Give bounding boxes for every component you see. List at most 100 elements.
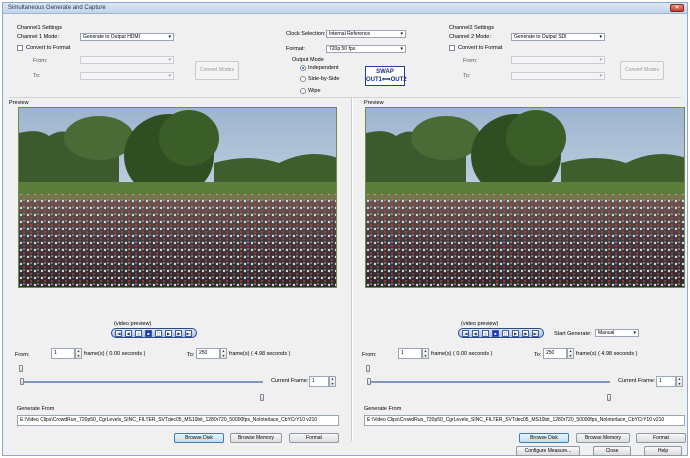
channel1-from-frame-spinner[interactable]: ▲ ▼ [75, 348, 82, 359]
spin-down-icon[interactable]: ▼ [76, 354, 81, 359]
channel2-to-select[interactable]: ▾ [511, 72, 605, 80]
channel1-to-frame-input[interactable]: 250 [196, 348, 220, 359]
channel2-to-frame-label: To: [534, 352, 542, 358]
channel1-to-label: To: [33, 73, 41, 79]
channel2-browse-memory-button[interactable]: Browse Memory [576, 433, 630, 443]
channel2-to-frame-spinner[interactable]: ▲ ▼ [567, 348, 574, 359]
channel1-current-frame-spinner[interactable]: ▲ ▼ [329, 376, 336, 387]
swap-outputs-label: OUT1⟺OUT2 [366, 77, 407, 83]
channel1-format-button[interactable]: Format [289, 433, 339, 443]
mode-side-by-side-radio[interactable] [300, 76, 306, 82]
channel2-current-frame-label: Current Frame: [618, 378, 656, 384]
channel2-from-frame-input[interactable]: 1 [398, 348, 422, 359]
channel1-convert-checkbox[interactable] [17, 45, 23, 51]
channel2-from-frame-spinner[interactable]: ▲ ▼ [422, 348, 429, 359]
channel2-mode-value: Generate to Output SDI [514, 34, 567, 40]
pause-icon[interactable]: || [135, 330, 142, 337]
mode-independent-radio[interactable] [300, 65, 306, 71]
title-bar: Simultaneous Generate and Capture ✕ [3, 3, 687, 14]
channel2-preview-label: Preview [364, 100, 384, 106]
channel1-convert-modes-button[interactable]: Convert Modes [195, 61, 239, 80]
channel1-mode-value: Generate to Output HDMI [83, 34, 140, 40]
spin-down-icon[interactable]: ▼ [221, 354, 226, 359]
channel2-from-frame-label: From: [362, 352, 377, 358]
channel2-from-select[interactable]: ▾ [511, 56, 605, 64]
play-icon[interactable]: ▶ [165, 330, 172, 337]
chevron-down-icon: ▾ [400, 31, 403, 37]
step-forward-icon[interactable]: |▶ [522, 330, 529, 337]
channel1-range-thumb[interactable] [19, 365, 23, 372]
channel1-path-field[interactable]: E:\Video Clips\CrowdRun_720p50_CgrLevels… [17, 415, 339, 426]
channel2-position-track[interactable] [367, 381, 610, 383]
clock-selection-select[interactable]: Internal Reference ▾ [326, 30, 406, 38]
channel1-browse-memory-button[interactable]: Browse Memory [230, 433, 282, 443]
spin-down-icon[interactable]: ▼ [568, 354, 573, 359]
stop-icon[interactable]: ■ [145, 330, 152, 337]
channel2-range-thumb[interactable] [366, 365, 370, 372]
channel2-to-frame-input[interactable]: 250 [543, 348, 567, 359]
chevron-down-icon: ▾ [633, 330, 636, 336]
channel1-from-seconds: ( 0.00 seconds ) [106, 351, 146, 357]
channel2-mode-select[interactable]: Generate to Output SDI ▾ [511, 33, 605, 41]
close-button[interactable]: Close [593, 446, 631, 456]
channel2-current-frame-spinner[interactable]: ▲ ▼ [676, 376, 683, 387]
channel1-end-thumb[interactable] [260, 394, 264, 401]
channel2-convert-label: Convert to Format [458, 45, 503, 51]
stop-icon[interactable]: ■ [492, 330, 499, 337]
loop-icon[interactable]: ▢ [502, 330, 509, 337]
channel2-format-button[interactable]: Format [636, 433, 686, 443]
channel1-video-preview-label: (video preview) [114, 321, 152, 327]
channel1-preview-label: Preview [9, 100, 29, 106]
channel1-settings-label: Channel1 Settings [17, 25, 62, 31]
first-frame-icon[interactable]: |◀ [115, 330, 122, 337]
channel1-to-frame-label: To: [187, 352, 195, 358]
close-window-button[interactable]: ✕ [670, 4, 684, 12]
channel2-current-frame-input[interactable]: 1 [656, 376, 676, 387]
last-frame-icon[interactable]: ▶| [532, 330, 539, 337]
channel1-to-frame-spinner[interactable]: ▲ ▼ [220, 348, 227, 359]
channel1-position-track[interactable] [20, 381, 263, 383]
swap-outputs-button[interactable]: SWAP OUT1⟺OUT2 [365, 66, 407, 86]
channel2-end-thumb[interactable] [607, 394, 611, 401]
mode-side-by-side-label: Side-by-Side [308, 76, 340, 82]
play-icon[interactable]: ▶ [512, 330, 519, 337]
start-generate-value: Manual [598, 330, 615, 336]
spin-down-icon[interactable]: ▼ [330, 382, 335, 387]
channel1-position-thumb[interactable] [20, 378, 24, 385]
channel1-from-select[interactable]: ▾ [80, 56, 174, 64]
chevron-down-icon: ▾ [168, 73, 171, 79]
channel2-convert-modes-button[interactable]: Convert Modes [620, 61, 664, 80]
last-frame-icon[interactable]: ▶| [185, 330, 192, 337]
channel1-from-frame-unit: frame(s) [84, 351, 105, 357]
channel2-to-seconds: ( 4.98 seconds ) [598, 351, 638, 357]
chevron-down-icon: ▾ [168, 34, 171, 40]
channel2-path-field[interactable]: E:\Video Clips\CrowdRun_720p50_CgrLevels… [364, 415, 685, 426]
clock-selection-label: Clock Selection: [286, 31, 326, 37]
help-button[interactable]: Help [644, 446, 682, 456]
channel2-mode-label: Channel 2 Mode: [449, 34, 491, 40]
clock-selection-value: Internal Reference [329, 31, 371, 37]
mode-wipe-radio[interactable] [300, 88, 306, 94]
spin-down-icon[interactable]: ▼ [423, 354, 428, 359]
spin-down-icon[interactable]: ▼ [677, 382, 682, 387]
first-frame-icon[interactable]: |◀ [462, 330, 469, 337]
channel2-position-thumb[interactable] [367, 378, 371, 385]
main-window: Simultaneous Generate and Capture ✕ Chan… [2, 2, 688, 456]
step-back-icon[interactable]: ◀| [125, 330, 132, 337]
channel1-mode-select[interactable]: Generate to Output HDMI ▾ [80, 33, 174, 41]
channel1-to-select[interactable]: ▾ [80, 72, 174, 80]
pause-icon[interactable]: || [482, 330, 489, 337]
chevron-down-icon: ▾ [599, 73, 602, 79]
loop-icon[interactable]: ▢ [155, 330, 162, 337]
step-forward-icon[interactable]: |▶ [175, 330, 182, 337]
channel2-browse-disk-button[interactable]: Browse Disk [519, 433, 569, 443]
configure-measure-button[interactable]: Configure Measure... [516, 446, 580, 456]
channel1-from-frame-input[interactable]: 1 [51, 348, 75, 359]
channel1-current-frame-input[interactable]: 1 [309, 376, 329, 387]
channel1-browse-disk-button[interactable]: Browse Disk [174, 433, 224, 443]
format-select[interactable]: 720p 50 fps ▾ [326, 45, 406, 53]
start-generate-select[interactable]: Manual ▾ [595, 329, 639, 337]
channel2-convert-checkbox[interactable] [449, 45, 455, 51]
step-back-icon[interactable]: ◀| [472, 330, 479, 337]
channel1-to-seconds: ( 4.98 seconds ) [251, 351, 291, 357]
